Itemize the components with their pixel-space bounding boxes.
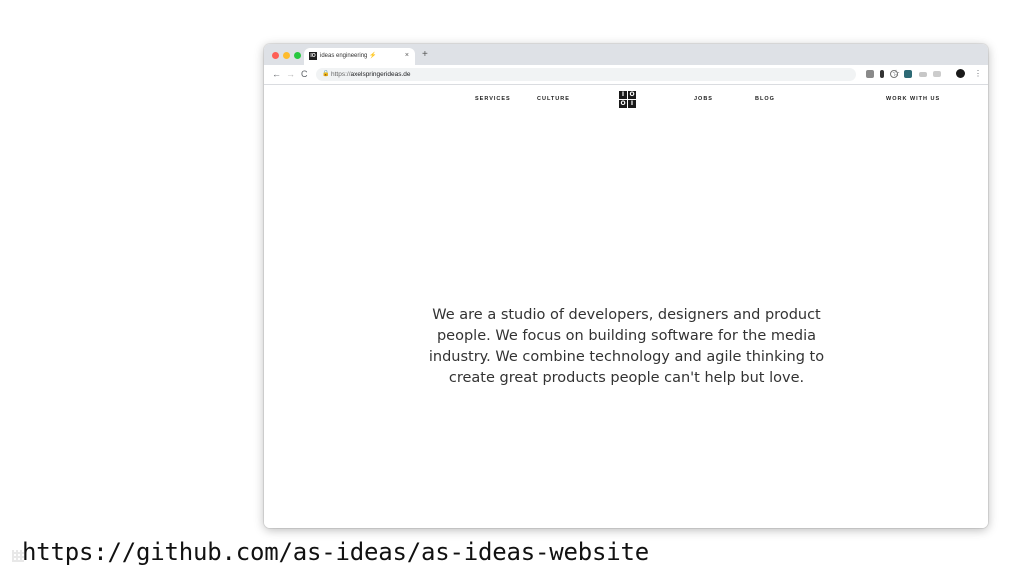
logo-cell: O [619,100,627,108]
profile-avatar[interactable] [956,69,965,78]
logo-cell: I [619,91,627,99]
logo-cell: O [628,91,636,99]
tab-title: ideas engineering ⚡ [320,53,377,59]
tab-close-icon[interactable]: × [405,51,409,61]
site-logo[interactable]: I O O I [619,91,636,108]
browser-window: IO ideas engineering ⚡ × + ← → C 🔒 https:… [264,44,988,528]
nav-link-culture[interactable]: CULTURE [537,95,570,103]
browser-menu-icon[interactable]: ⋮ [974,68,982,80]
browser-tab[interactable]: IO ideas engineering ⚡ × [304,48,415,65]
address-bar[interactable]: 🔒 https://axelspringerideas.de ☆ [316,68,900,81]
browser-toolbar: ← → C 🔒 https://axelspringerideas.de ☆ ⋮ [264,65,988,85]
page-viewport: SERVICES CULTURE I O O I JOBS BLOG WORK … [264,85,988,528]
maximize-window-button[interactable] [294,52,301,59]
repository-url-caption: https://github.com/as-ideas/as-ideas-web… [22,538,649,566]
new-tab-button[interactable]: + [422,49,428,61]
tab-bar: IO ideas engineering ⚡ × + [264,44,988,65]
extension-grid-icon[interactable] [904,70,912,78]
reload-icon[interactable]: C [301,68,308,80]
hero-text: We are a studio of developers, designers… [428,307,825,386]
logo-cell: I [628,100,636,108]
extension-cloud-icon[interactable] [919,72,927,77]
nav-link-services[interactable]: SERVICES [475,95,511,103]
extension-mail-icon[interactable] [933,71,941,77]
minimize-window-button[interactable] [283,52,290,59]
lightning-icon: ⚡ [369,53,377,59]
extension-icon[interactable] [866,70,874,78]
close-window-button[interactable] [272,52,279,59]
extension-circle-icon[interactable] [890,70,898,78]
back-arrow-icon[interactable]: ← [272,68,281,80]
nav-link-jobs[interactable]: JOBS [694,95,713,103]
lock-icon: 🔒 [322,71,330,77]
nav-link-work-with-us[interactable]: WORK WITH US [886,95,940,103]
site-favicon-icon: IO [309,52,317,60]
forward-arrow-icon[interactable]: → [286,68,295,80]
address-url[interactable]: https://axelspringerideas.de [331,69,411,80]
nav-link-blog[interactable]: BLOG [755,95,775,103]
extension-bolt-icon[interactable] [880,70,884,78]
